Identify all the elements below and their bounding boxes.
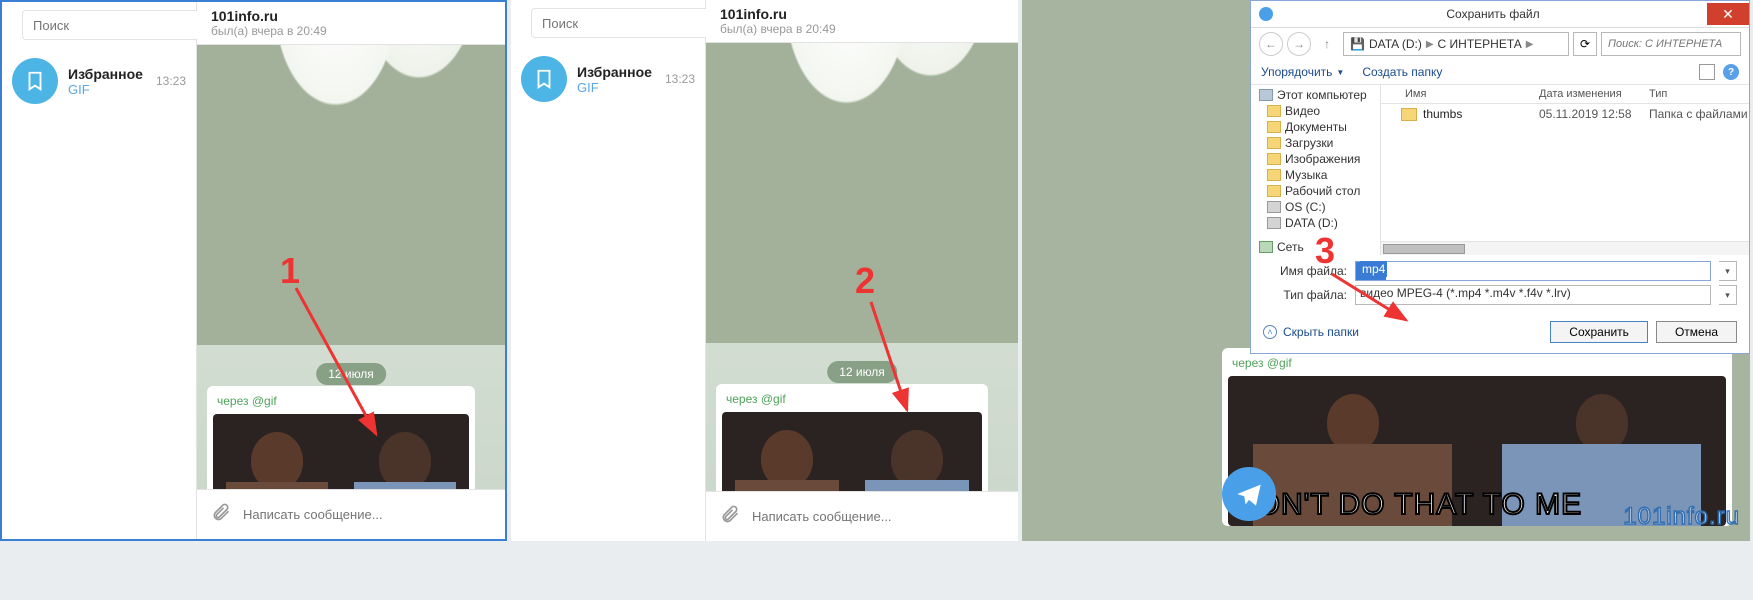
watermark: 101info.ru	[1623, 503, 1740, 531]
composer-input[interactable]	[752, 509, 1004, 524]
up-icon[interactable]: ↑	[1315, 32, 1339, 56]
help-icon[interactable]: ?	[1723, 64, 1739, 80]
paperclip-icon[interactable]	[211, 502, 231, 527]
chevron-down-icon[interactable]: ▾	[1719, 261, 1737, 281]
toolbar-new-folder[interactable]: Создать папку	[1362, 65, 1442, 79]
message-bubble[interactable]: через @gif DON'T DO THAT TO ME	[1222, 348, 1732, 526]
tree-data-d[interactable]: DATA (D:)	[1255, 215, 1376, 231]
file-name: thumbs	[1423, 107, 1539, 121]
sidebar-item-favorites[interactable]: Избранное GIF 13:23	[511, 46, 705, 112]
sidebar-item-favorites[interactable]: Избранное GIF 13:23	[2, 48, 196, 114]
tree-music[interactable]: Музыка	[1255, 167, 1376, 183]
cancel-button[interactable]: Отмена	[1656, 321, 1737, 343]
breadcrumb-drive[interactable]: DATA (D:)	[1369, 37, 1422, 51]
forward-icon[interactable]: →	[1287, 32, 1311, 56]
tree-images[interactable]: Изображения	[1255, 151, 1376, 167]
chat-column: 101info.ru был(а) вчера в 20:49 12 июля …	[197, 2, 505, 539]
date-pill: 12 июля	[827, 361, 897, 383]
chat-header-status: был(а) вчера в 20:49	[720, 22, 1004, 36]
view-icon[interactable]	[1699, 64, 1715, 80]
message-bubble[interactable]: через @gif DON'T DO С	[207, 386, 475, 489]
composer	[197, 489, 505, 539]
chat-title: Избранное	[68, 66, 146, 82]
telegram-sidebar: Избранное GIF 13:23	[2, 2, 197, 539]
filetype-select[interactable]: видео MPEG-4 (*.mp4 *.m4v *.f4v *.lrv)	[1355, 285, 1711, 305]
chat-header-status: был(а) вчера в 20:49	[211, 24, 491, 38]
favorites-icon	[521, 56, 567, 102]
chevron-down-icon[interactable]: ▾	[1719, 285, 1737, 305]
chevron-right-icon: ▶	[1526, 39, 1534, 50]
dialog-toolbar: Упорядочить ▼ Создать папку ?	[1251, 60, 1749, 85]
titlebar[interactable]: Сохранить файл ✕	[1251, 1, 1749, 28]
file-type: Папка с файлами	[1649, 107, 1749, 121]
gif-attachment[interactable]: DON'T DO	[213, 414, 469, 489]
via-label[interactable]: через @gif	[722, 390, 982, 412]
date-pill: 12 июля	[316, 363, 386, 385]
chevron-right-icon: ▶	[1426, 39, 1434, 50]
dialog-title: Сохранить файл	[1279, 7, 1707, 21]
chat-header[interactable]: 101info.ru был(а) вчера в 20:49	[197, 2, 505, 45]
chat-sublabel: GIF	[577, 80, 655, 95]
via-label[interactable]: через @gif	[1228, 354, 1726, 376]
folder-icon	[1401, 108, 1417, 121]
toolbar-organize[interactable]: Упорядочить ▼	[1261, 65, 1344, 79]
tree-desktop[interactable]: Рабочий стол	[1255, 183, 1376, 199]
file-date: 05.11.2019 12:58	[1539, 107, 1649, 121]
tree-video[interactable]: Видео	[1255, 103, 1376, 119]
annotation-number-1: 1	[280, 250, 300, 292]
annotation-number-3: 3	[1315, 230, 1335, 272]
back-icon[interactable]: ←	[1259, 32, 1283, 56]
breadcrumb-folder[interactable]: С ИНТЕРНЕТА	[1438, 37, 1522, 51]
gif-caption: DON'T DO THAT TO ME	[1234, 488, 1582, 522]
search-input[interactable]	[22, 10, 220, 40]
address-bar: ← → ↑ 💾 DATA (D:) ▶ С ИНТЕРНЕТА ▶ ⟳	[1251, 28, 1749, 60]
save-button[interactable]: Сохранить	[1550, 321, 1648, 343]
chat-time: 13:23	[156, 74, 186, 88]
drive-icon: 💾	[1350, 37, 1365, 51]
breadcrumb[interactable]: 💾 DATA (D:) ▶ С ИНТЕРНЕТА ▶	[1343, 32, 1569, 56]
tree-os-c[interactable]: OS (C:)	[1255, 199, 1376, 215]
favorites-icon	[12, 58, 58, 104]
dialog-search-input[interactable]	[1601, 32, 1741, 56]
chevron-up-icon: ˄	[1263, 325, 1277, 339]
via-label[interactable]: через @gif	[213, 392, 469, 414]
chat-header-title: 101info.ru	[211, 8, 491, 24]
filename-input[interactable]: mp4	[1355, 261, 1711, 281]
scrollbar[interactable]	[1381, 241, 1749, 255]
col-date[interactable]: Дата изменения	[1539, 88, 1649, 100]
col-type[interactable]: Тип	[1649, 88, 1749, 100]
telegram-sidebar: Избранное GIF 13:23	[511, 0, 706, 541]
composer-input[interactable]	[243, 507, 491, 522]
chat-header-title: 101info.ru	[720, 6, 1004, 22]
col-name[interactable]: Имя	[1381, 88, 1539, 100]
close-icon[interactable]: ✕	[1707, 3, 1749, 25]
refresh-icon[interactable]: ⟳	[1573, 32, 1597, 56]
hide-folders-toggle[interactable]: ˄ Скрыть папки	[1263, 325, 1359, 339]
label-filetype: Тип файла:	[1263, 288, 1347, 302]
chat-sublabel: GIF	[68, 82, 146, 97]
chat-background	[197, 45, 505, 345]
telegram-logo-icon	[1222, 467, 1276, 521]
tree-downloads[interactable]: Загрузки	[1255, 135, 1376, 151]
gif-attachment[interactable]: DON'T	[722, 412, 982, 491]
chat-title: Избранное	[577, 64, 655, 80]
file-row[interactable]: thumbs 05.11.2019 12:58 Папка с файлами	[1381, 104, 1749, 124]
annotation-number-2: 2	[855, 260, 875, 302]
save-dialog: Сохранить файл ✕ ← → ↑ 💾 DATA (D:) ▶ С И…	[1250, 0, 1750, 354]
composer	[706, 491, 1018, 541]
search-input[interactable]	[531, 8, 729, 38]
paperclip-icon[interactable]	[720, 504, 740, 529]
app-icon	[1259, 7, 1273, 21]
tree-documents[interactable]: Документы	[1255, 119, 1376, 135]
chat-header[interactable]: 101info.ru был(а) вчера в 20:49	[706, 0, 1018, 43]
tree-this-pc[interactable]: Этот компьютер	[1255, 87, 1376, 103]
message-bubble[interactable]: через @gif DON'T С	[716, 384, 988, 491]
chat-time: 13:23	[665, 72, 695, 86]
file-list: Имя Дата изменения Тип thumbs 05.11.2019…	[1381, 85, 1749, 255]
